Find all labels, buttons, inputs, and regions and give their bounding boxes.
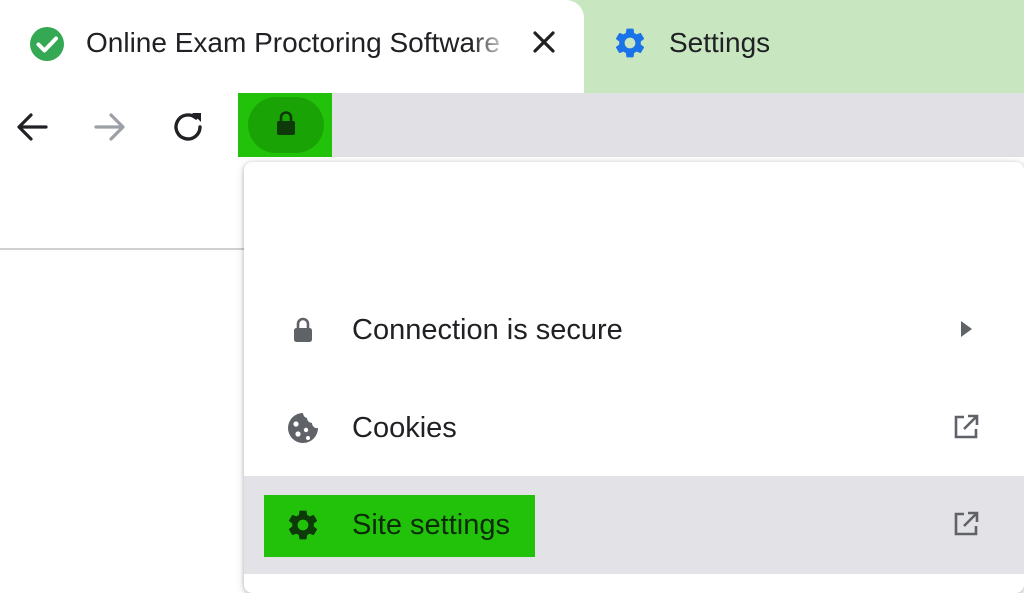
chevron-right-icon	[948, 311, 984, 347]
omnibox[interactable]	[238, 93, 1024, 157]
site-settings-item[interactable]: Site settings	[244, 476, 1024, 574]
cookies-label: Cookies	[352, 412, 457, 444]
toolbar	[0, 93, 1024, 163]
gear-icon	[612, 25, 648, 61]
cookies-item[interactable]: Cookies	[244, 379, 1024, 477]
connection-secure-label: Connection is secure	[352, 314, 623, 346]
reload-icon[interactable]	[168, 107, 208, 147]
tab-online-exam-proctoring[interactable]: Online Exam Proctoring Software	[0, 0, 584, 93]
back-arrow-icon[interactable]	[12, 107, 52, 147]
forward-arrow-icon[interactable]	[90, 107, 130, 147]
tab-strip: Online Exam Proctoring Software Settings	[0, 0, 1024, 93]
site-info-highlight	[238, 93, 332, 157]
tab-settings[interactable]: Settings	[584, 0, 1024, 84]
lock-icon	[275, 110, 297, 141]
gear-icon	[284, 506, 322, 544]
close-tab-icon[interactable]	[528, 26, 560, 58]
tab-title: Settings	[669, 27, 771, 58]
lock-icon	[284, 311, 322, 349]
cookie-icon	[284, 409, 322, 447]
open-external-icon	[948, 409, 984, 445]
tab-title: Online Exam Proctoring Software	[86, 25, 511, 61]
site-info-button[interactable]	[248, 97, 324, 153]
open-external-icon	[948, 506, 984, 542]
check-circle-icon	[29, 26, 65, 62]
site-info-popup: Connection is secure Cookies Site settin…	[244, 162, 1024, 593]
connection-secure-item[interactable]: Connection is secure	[244, 281, 1024, 379]
page-divider	[0, 248, 250, 250]
site-settings-label: Site settings	[352, 509, 510, 541]
